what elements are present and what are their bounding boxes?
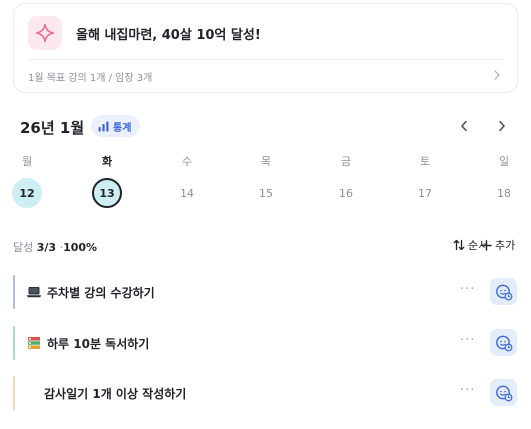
day-cell[interactable]: 18 [489, 178, 519, 208]
books-icon [28, 337, 40, 349]
day-cell[interactable]: 16 [331, 178, 361, 208]
laptop-icon [26, 287, 42, 298]
sparkle-icon [35, 23, 55, 43]
add-task-label: 추가 [495, 239, 516, 252]
task-label: 주차별 강의 수강하기 [47, 286, 155, 300]
day-cell[interactable]: 12 [12, 178, 42, 208]
day-cell-today[interactable]: 13 [92, 178, 122, 208]
task-color-bar [13, 326, 15, 360]
day-cell[interactable]: 14 [172, 178, 202, 208]
more-options-button[interactable]: ··· [460, 333, 475, 348]
weekday-sun: 일 [498, 155, 510, 168]
goal-icon-badge [28, 16, 62, 50]
achievement-count: 3/3 [36, 241, 57, 254]
goal-divider [28, 59, 503, 60]
task-reaction-button[interactable] [490, 278, 517, 305]
plus-icon [481, 239, 492, 251]
chevron-right-icon [499, 120, 505, 132]
sort-arrows-icon [453, 239, 465, 251]
task-item[interactable]: 하루 10분 독서하기 ··· [13, 326, 518, 360]
task-color-bar [13, 275, 15, 309]
bar-chart-icon [98, 121, 109, 131]
task-label: 하루 10분 독서하기 [47, 337, 150, 351]
add-task-button[interactable]: 추가 [481, 237, 515, 253]
chevron-left-icon [461, 120, 467, 132]
weekday-fri: 금 [340, 155, 352, 168]
prev-week-button[interactable] [456, 118, 472, 134]
achievement-summary: 달성 3/3 ·100% [13, 239, 97, 255]
stats-label: 통계 [113, 122, 132, 134]
goal-monthly-target: 1월 목표 강의 1개 / 임장 3개 [28, 73, 153, 84]
task-item[interactable]: 주차별 강의 수강하기 ··· [13, 275, 518, 309]
next-week-button[interactable] [494, 118, 510, 134]
goal-card[interactable]: 올해 내집마련, 40살 10억 달성! 1월 목표 강의 1개 / 임장 3개 [13, 3, 518, 93]
task-reaction-button[interactable] [490, 379, 517, 406]
weekday-sat: 토 [419, 155, 431, 168]
month-title: 26년 1월 [20, 119, 85, 137]
stats-button[interactable]: 통계 [91, 115, 141, 137]
achievement-prefix: 달성 [13, 241, 34, 254]
day-cell[interactable]: 17 [410, 178, 440, 208]
more-options-button[interactable]: ··· [460, 383, 475, 398]
day-cell[interactable]: 15 [251, 178, 281, 208]
chevron-right-icon[interactable] [493, 70, 501, 80]
goal-title: 올해 내집마련, 40살 10억 달성! [76, 28, 261, 43]
achievement-percent: 100% [63, 241, 98, 254]
weekday-mon: 월 [21, 155, 33, 168]
task-reaction-button[interactable] [490, 329, 517, 356]
weekday-thu: 목 [260, 155, 272, 168]
weekday-wed: 수 [181, 155, 193, 168]
smile-clock-icon [495, 385, 512, 401]
task-color-bar [13, 376, 15, 410]
smile-clock-icon [495, 284, 512, 300]
more-options-button[interactable]: ··· [460, 282, 475, 297]
smile-clock-icon [495, 335, 512, 351]
task-label: 감사일기 1개 이상 작성하기 [44, 387, 187, 401]
task-item[interactable]: 감사일기 1개 이상 작성하기 ··· [13, 376, 518, 410]
weekday-tue: 화 [101, 155, 113, 168]
